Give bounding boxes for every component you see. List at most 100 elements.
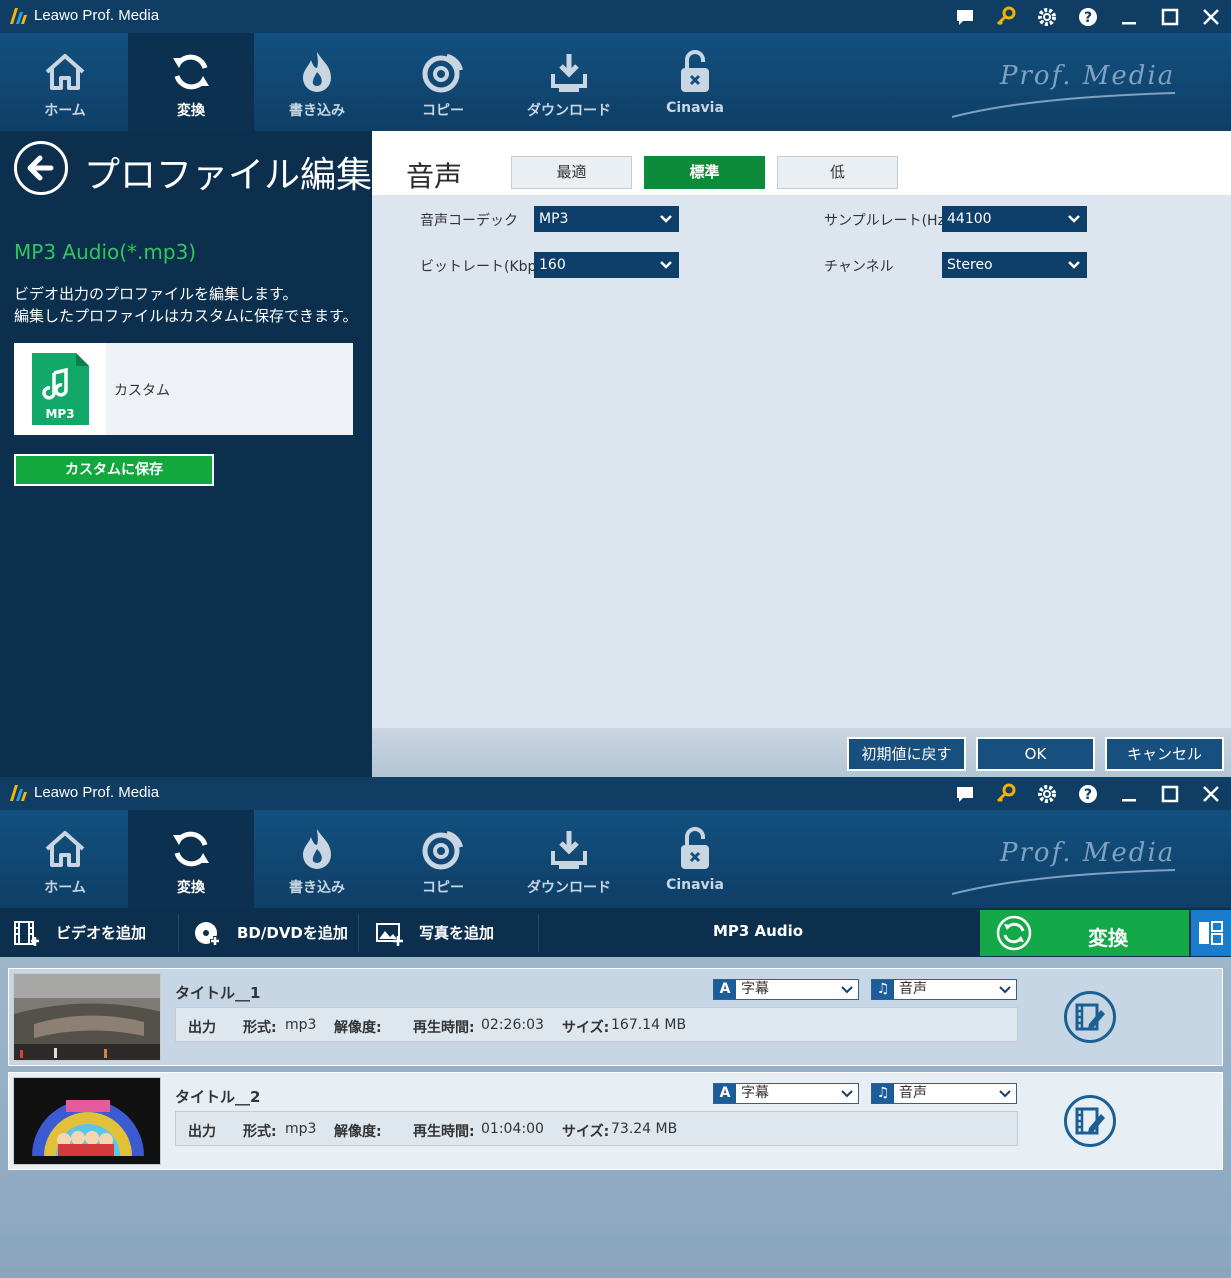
audio-select[interactable]: ♫ 音声 — [871, 979, 1017, 1000]
duration-value: 01:04:00 — [481, 1121, 544, 1137]
codec-select[interactable]: MP3 — [534, 206, 679, 232]
convert-icon — [996, 915, 1032, 951]
key-icon[interactable] — [985, 777, 1026, 810]
save-custom-button[interactable]: カスタムに保存 — [14, 454, 214, 486]
help-icon[interactable]: ? — [1067, 0, 1108, 33]
download-icon — [551, 831, 587, 869]
maximize-icon[interactable] — [1149, 777, 1190, 810]
nav-download[interactable]: ダウンロード — [506, 810, 632, 908]
channel-select[interactable]: Stereo — [942, 252, 1087, 278]
subtitle-select[interactable]: A 字幕 — [713, 1083, 859, 1104]
chevron-down-icon — [1068, 261, 1080, 269]
gear-icon[interactable] — [1026, 777, 1067, 810]
video-item[interactable]: タイトル__1 A 字幕 ♫ 音声 出力 形式: mp3 解像度: 再生時間: … — [8, 968, 1223, 1066]
flame-icon — [303, 52, 331, 92]
nav-download[interactable]: ダウンロード — [506, 33, 632, 131]
edit-button[interactable] — [1064, 1095, 1116, 1147]
edit-button[interactable] — [1064, 991, 1116, 1043]
nav-convert[interactable]: 変換 — [128, 810, 254, 908]
video-item[interactable]: タイトル__2 A 字幕 ♫ 音声 出力 形式: mp3 解像度: 再生時間: … — [8, 1072, 1223, 1170]
close-icon[interactable] — [1190, 0, 1231, 33]
nav-burn[interactable]: 書き込み — [254, 33, 380, 131]
nav-home[interactable]: ホーム — [2, 810, 128, 908]
nav-cinavia[interactable]: Cinavia — [632, 810, 758, 908]
disc-add-icon — [195, 921, 220, 946]
page-title: プロファイル編集 — [84, 155, 373, 196]
sample-rate-label: サンプルレート(Hz) — [824, 213, 951, 229]
settings-footer — [372, 728, 1231, 777]
chat-icon[interactable] — [944, 0, 985, 33]
nav-convert[interactable]: 変換 — [128, 33, 254, 131]
unlock-icon — [681, 50, 709, 92]
edit-icon — [1075, 1107, 1105, 1135]
title-bar: Leawo Prof. Media ? — [0, 0, 1231, 33]
app-logo-icon — [10, 8, 27, 24]
quality-tab-low[interactable]: 低 — [777, 156, 898, 189]
layout-toggle-button[interactable] — [1191, 910, 1231, 956]
help-icon[interactable]: ? — [1067, 777, 1108, 810]
nav-burn[interactable]: 書き込み — [254, 810, 380, 908]
main-toolbar: ホーム 変換 書き込み コピー ダウンロード Cinavia Prof. Med… — [0, 810, 1231, 908]
audio-select[interactable]: ♫ 音声 — [871, 1083, 1017, 1104]
chat-icon[interactable] — [944, 777, 985, 810]
subtitle-icon: A — [714, 980, 736, 999]
reset-button[interactable]: 初期値に戻す — [847, 737, 966, 771]
custom-profile-card[interactable]: MP3 カスタム — [14, 343, 353, 435]
nav-home-label: ホーム — [44, 103, 86, 119]
brand-logo: Prof. Media — [950, 830, 1180, 900]
resolution-label: 解像度: — [334, 1020, 382, 1036]
add-photo-label: 写真を追加 — [419, 924, 495, 942]
format-label: 形式: — [243, 1020, 277, 1036]
cancel-button[interactable]: キャンセル — [1105, 737, 1224, 771]
gear-icon[interactable] — [1026, 0, 1067, 33]
audio-value: 音声 — [899, 981, 927, 997]
close-icon[interactable] — [1190, 777, 1231, 810]
chevron-down-icon — [841, 1090, 853, 1098]
quality-tab-standard[interactable]: 標準 — [644, 156, 765, 189]
nav-download-label: ダウンロード — [527, 103, 611, 119]
codec-label: 音声コーデック — [420, 213, 518, 229]
maximize-icon[interactable] — [1149, 0, 1190, 33]
add-bd-button[interactable]: BD/DVDを追加 — [193, 908, 348, 957]
video-thumbnail — [13, 973, 161, 1061]
nav-home[interactable]: ホーム — [2, 33, 128, 131]
disc-icon — [422, 54, 463, 93]
back-button[interactable] — [14, 141, 68, 195]
add-photo-button[interactable]: 写真を追加 — [375, 908, 494, 957]
bitrate-select[interactable]: 160 — [534, 252, 679, 278]
subtitle-select[interactable]: A 字幕 — [713, 979, 859, 1000]
layout-icon — [1199, 921, 1223, 945]
nav-copy-label: コピー — [422, 103, 464, 119]
nav-cinavia-label: Cinavia — [666, 100, 724, 116]
output-format[interactable]: MP3 Audio — [658, 922, 858, 940]
chevron-down-icon — [660, 261, 672, 269]
ok-button[interactable]: OK — [976, 737, 1095, 771]
convert-icon — [173, 831, 209, 867]
unlock-icon — [681, 827, 709, 869]
svg-text:?: ? — [1083, 10, 1091, 26]
chevron-down-icon — [999, 986, 1011, 994]
film-add-icon — [14, 920, 39, 946]
disc-icon — [422, 831, 463, 870]
app-title: Leawo Prof. Media — [34, 7, 160, 24]
format-name: MP3 Audio(*.mp3) — [14, 240, 197, 264]
title-bar: Leawo Prof. Media ? — [0, 777, 1231, 810]
sample-rate-value: 44100 — [947, 211, 992, 227]
channel-value: Stereo — [947, 257, 993, 273]
nav-cinavia[interactable]: Cinavia — [632, 33, 758, 131]
minimize-icon[interactable] — [1108, 0, 1149, 33]
nav-copy[interactable]: コピー — [380, 810, 506, 908]
nav-home-label: ホーム — [44, 880, 86, 896]
quality-tab-best[interactable]: 最適 — [511, 156, 632, 189]
nav-copy[interactable]: コピー — [380, 33, 506, 131]
add-video-label: ビデオを追加 — [56, 924, 147, 942]
convert-button[interactable]: 変換 — [980, 910, 1189, 956]
minimize-icon[interactable] — [1108, 777, 1149, 810]
home-icon — [45, 54, 85, 90]
codec-value: MP3 — [539, 211, 569, 227]
chevron-down-icon — [1068, 215, 1080, 223]
sample-rate-select[interactable]: 44100 — [942, 206, 1087, 232]
key-icon[interactable] — [985, 0, 1026, 33]
add-video-button[interactable]: ビデオを追加 — [12, 908, 146, 957]
section-title: 音声 — [406, 160, 463, 193]
